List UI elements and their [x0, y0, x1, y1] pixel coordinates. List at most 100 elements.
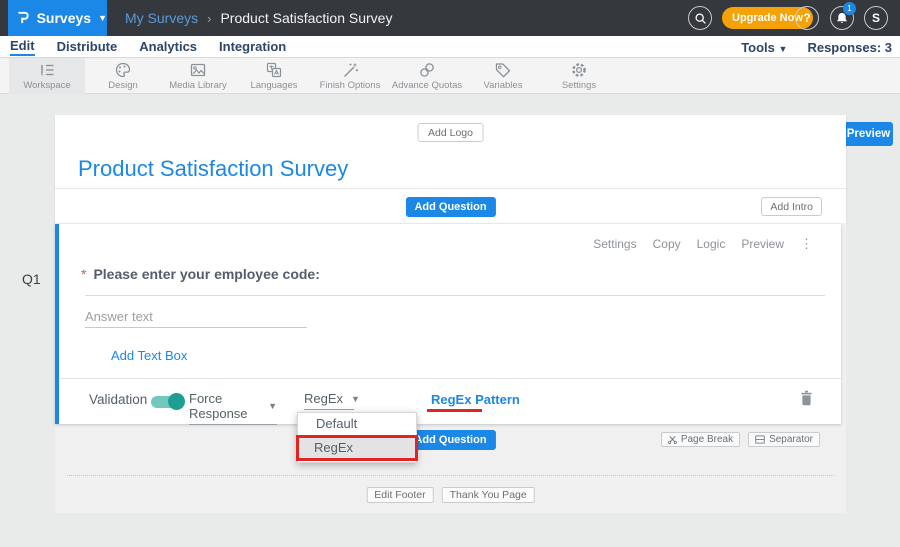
footer-controls: Edit Footer Thank You Page	[366, 487, 534, 503]
app-header: Surveys ▼ My Surveys › Product Satisfact…	[0, 0, 900, 36]
scissors-icon	[668, 435, 677, 444]
more-options-icon[interactable]: ⋮	[800, 236, 813, 252]
toggle-knob	[168, 393, 185, 410]
toolbar-item-design[interactable]: Design	[85, 58, 161, 94]
tab-analytics[interactable]: Analytics	[139, 39, 197, 55]
breadcrumb-current: Product Satisfaction Survey	[220, 10, 392, 26]
page-controls: Page Break Separator	[661, 432, 820, 447]
toolbar-label: Workspace	[23, 80, 70, 91]
product-label: Surveys	[37, 10, 91, 26]
question-preview-link[interactable]: Preview	[741, 237, 784, 251]
workspace-icon	[38, 61, 56, 79]
tab-distribute[interactable]: Distribute	[57, 39, 118, 55]
breadcrumb: My Surveys › Product Satisfaction Survey	[125, 0, 392, 36]
question-menu: Settings Copy Logic Preview ⋮	[593, 236, 813, 252]
dropdown-option-default[interactable]: Default	[298, 413, 416, 434]
separator-button[interactable]: Separator	[748, 432, 820, 447]
toolbar-label: Media Library	[169, 80, 227, 91]
tools-label: Tools	[741, 40, 775, 55]
question-card: Settings Copy Logic Preview ⋮ * Please e…	[55, 224, 841, 424]
question-copy-link[interactable]: Copy	[653, 237, 681, 251]
annotation-underline	[427, 409, 482, 412]
survey-nav: Edit Distribute Analytics Integration To…	[0, 36, 900, 58]
chevron-down-icon: ▼	[779, 44, 788, 54]
avatar-initial: S	[872, 11, 880, 25]
search-button[interactable]	[688, 6, 712, 30]
separator-icon	[755, 435, 765, 444]
product-switcher[interactable]: Surveys ▼	[8, 0, 107, 36]
breadcrumb-parent[interactable]: My Surveys	[125, 10, 198, 26]
toolbar-label: Finish Options	[320, 80, 381, 91]
chain-icon	[418, 61, 436, 79]
add-question-button-bottom[interactable]: Add Question	[405, 430, 495, 450]
validation-type-dropdown: Default RegEx	[297, 412, 417, 463]
question-text-underline	[85, 295, 825, 296]
toolbar-label: Settings	[562, 80, 596, 91]
chevron-down-icon: ▼	[268, 401, 277, 411]
preview-label: Preview	[847, 128, 890, 140]
survey-body-section: Settings Copy Logic Preview ⋮ * Please e…	[55, 223, 846, 513]
validation-type-value: RegEx	[304, 391, 343, 406]
toolbar-item-variables[interactable]: Variables	[465, 58, 541, 94]
add-text-box-link[interactable]: Add Text Box	[111, 348, 187, 363]
wand-icon	[341, 61, 359, 79]
search-icon	[694, 12, 707, 25]
page-break-label: Page Break	[681, 434, 733, 445]
tab-integration[interactable]: Integration	[219, 39, 286, 55]
toolbar-item-workspace[interactable]: Workspace	[9, 58, 85, 94]
toolbar-item-media-library[interactable]: Media Library	[160, 58, 236, 94]
toolbar-item-finish-options[interactable]: Finish Options	[312, 58, 388, 94]
nav-tabs: Edit Distribute Analytics Integration	[10, 36, 286, 58]
help-button[interactable]: ?	[795, 6, 819, 30]
tag-icon	[494, 61, 512, 79]
builder-toolbar: Workspace Design Media Library Languages	[0, 58, 900, 94]
question-text[interactable]: Please enter your employee code:	[93, 266, 319, 282]
survey-title[interactable]: Product Satisfaction Survey	[78, 156, 348, 182]
toolbar-label: Languages	[250, 80, 297, 91]
delete-question-button[interactable]	[800, 390, 813, 411]
divider	[55, 188, 846, 189]
regex-pattern-link[interactable]: RegEx Pattern	[431, 392, 520, 407]
notification-badge: 1	[843, 2, 856, 15]
palette-icon	[114, 61, 132, 79]
toolbar-label: Variables	[484, 80, 523, 91]
validation-toggle[interactable]	[151, 396, 183, 408]
question-settings-link[interactable]: Settings	[593, 237, 636, 251]
page-break-button[interactable]: Page Break	[661, 432, 740, 447]
help-icon: ?	[803, 11, 810, 25]
question-logic-link[interactable]: Logic	[697, 237, 726, 251]
tab-edit[interactable]: Edit	[10, 38, 35, 56]
add-question-button-top[interactable]: Add Question	[405, 197, 495, 217]
separator-label: Separator	[769, 434, 813, 445]
question-number: Q1	[22, 271, 41, 287]
translate-icon	[265, 61, 283, 79]
tools-menu[interactable]: Tools ▼	[741, 40, 787, 55]
toolbar-item-languages[interactable]: Languages	[236, 58, 312, 94]
annotation-box: RegEx	[296, 435, 418, 461]
chevron-down-icon: ▼	[98, 13, 107, 23]
answer-text-input[interactable]: Answer text	[85, 309, 153, 324]
dropdown-option-regex[interactable]: RegEx	[299, 438, 415, 458]
answer-input-underline	[85, 327, 307, 328]
force-response-select[interactable]: Force Response ▼	[189, 391, 277, 425]
gear-icon	[570, 61, 588, 79]
avatar[interactable]: S	[864, 6, 888, 30]
questionpro-logo-icon	[17, 8, 30, 28]
add-logo-button[interactable]: Add Logo	[417, 123, 484, 142]
thank-you-page-button[interactable]: Thank You Page	[442, 487, 535, 503]
nav-right: Tools ▼ Responses: 3	[741, 36, 892, 58]
chevron-down-icon: ▼	[351, 394, 360, 404]
toolbar-item-settings[interactable]: Settings	[541, 58, 617, 94]
survey-header-card: Add Logo Product Satisfaction Survey Add…	[55, 115, 846, 223]
question-text-row: * Please enter your employee code:	[81, 266, 320, 282]
force-response-value: Force Response	[189, 391, 260, 421]
breadcrumb-separator-icon: ›	[207, 11, 211, 26]
trash-icon	[800, 390, 813, 406]
validation-type-select[interactable]: RegEx ▼	[304, 391, 354, 410]
edit-footer-button[interactable]: Edit Footer	[366, 487, 433, 503]
validation-label: Validation	[89, 392, 147, 407]
responses-link[interactable]: Responses: 3	[807, 40, 892, 55]
toolbar-item-advance-quotas[interactable]: Advance Quotas	[389, 58, 465, 94]
add-intro-button[interactable]: Add Intro	[761, 197, 822, 216]
toolbar-label: Advance Quotas	[392, 80, 462, 91]
